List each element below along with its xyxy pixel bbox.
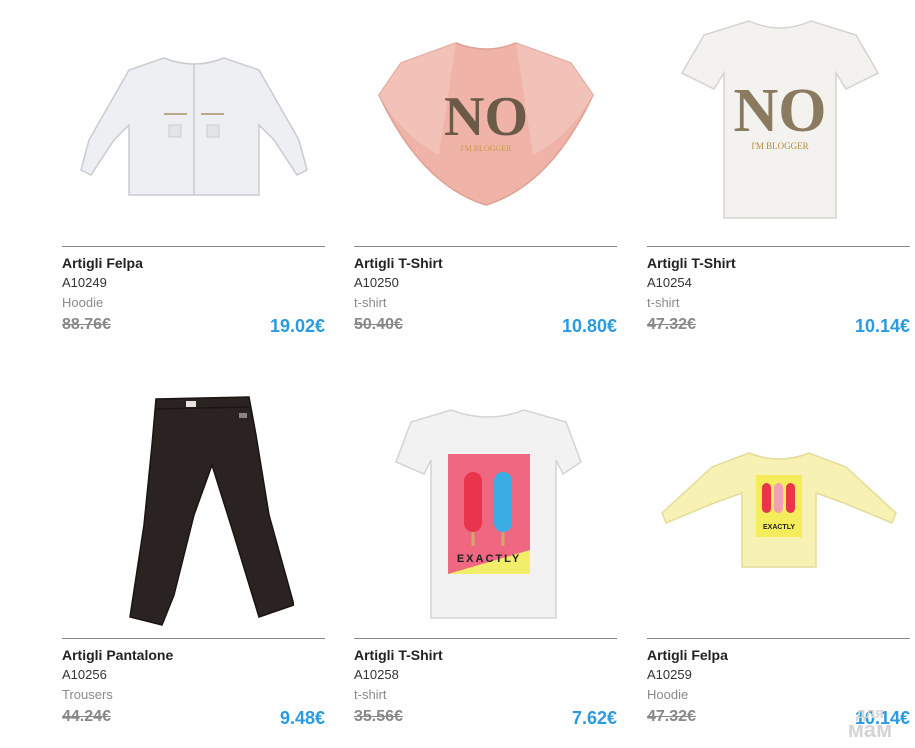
old-price: 35.56€ xyxy=(354,708,403,725)
print-text: NO xyxy=(733,77,826,145)
old-price: 88.76€ xyxy=(62,316,111,333)
sale-price: 10.14€ xyxy=(854,316,910,336)
print-text: NO xyxy=(444,86,528,148)
product-category: t-shirt xyxy=(647,295,680,310)
card-divider xyxy=(62,246,325,247)
product-image-yellow-sweatshirt[interactable]: EXACTLY xyxy=(647,392,910,632)
product-card[interactable]: Artigli Pantalone A10256 Trousers 44.24€… xyxy=(62,392,325,732)
card-divider xyxy=(62,638,325,639)
old-price: 44.24€ xyxy=(62,708,111,725)
card-divider xyxy=(647,638,910,639)
product-image-trousers[interactable] xyxy=(62,392,325,632)
print-text: EXACTLY xyxy=(456,553,520,565)
product-code: A10258 xyxy=(354,667,399,682)
product-image-pink-top[interactable]: NO I'M BLOGGER xyxy=(354,0,617,240)
old-price: 47.32€ xyxy=(647,316,696,333)
print-subtext: I'M BLOGGER xyxy=(460,144,512,153)
product-category: Hoodie xyxy=(62,295,104,310)
product-name[interactable]: Artigli T-Shirt xyxy=(354,647,443,663)
sale-price: 10.80€ xyxy=(561,316,617,336)
product-card[interactable]: EXACTLY Artigli T-Shirt A10258 t-shirt 3… xyxy=(354,392,617,732)
product-card[interactable]: NO I'M BLOGGER Artigli T-Shirt A10250 t-… xyxy=(354,0,617,340)
product-card[interactable]: NO I'M BLOGGER Artigli T-Shirt A10254 t-… xyxy=(647,0,910,340)
card-divider xyxy=(354,638,617,639)
product-name[interactable]: Artigli Felpa xyxy=(647,647,728,663)
product-image-white-tshirt[interactable]: NO I'M BLOGGER xyxy=(647,0,910,240)
watermark-line2: мам xyxy=(847,717,893,742)
product-category: t-shirt xyxy=(354,295,387,310)
sale-price: 7.62€ xyxy=(571,708,617,728)
product-code: A10259 xyxy=(647,667,692,682)
product-code: A10250 xyxy=(354,275,399,290)
sale-price: 19.02€ xyxy=(269,316,325,336)
old-price: 47.32€ xyxy=(647,708,696,725)
product-name[interactable]: Artigli T-Shirt xyxy=(354,255,443,271)
card-divider xyxy=(647,246,910,247)
product-card[interactable]: EXACTLY Artigli Felpa A10259 Hoodie 47.3… xyxy=(647,392,910,732)
product-code: A10256 xyxy=(62,667,107,682)
product-category: Hoodie xyxy=(647,687,689,702)
product-name[interactable]: Artigli Pantalone xyxy=(62,647,173,663)
old-price: 50.40€ xyxy=(354,316,403,333)
product-card[interactable]: Artigli Felpa A10249 Hoodie 88.76€ 19.02… xyxy=(62,0,325,340)
product-code: A10254 xyxy=(647,275,692,290)
product-image-jacket[interactable] xyxy=(62,0,325,240)
print-text: EXACTLY xyxy=(762,524,794,531)
card-divider xyxy=(354,246,617,247)
product-name[interactable]: Artigli T-Shirt xyxy=(647,255,736,271)
product-grid: Artigli Felpa A10249 Hoodie 88.76€ 19.02… xyxy=(0,0,915,748)
print-subtext: I'M BLOGGER xyxy=(751,141,808,151)
product-code: A10249 xyxy=(62,275,107,290)
product-category: t-shirt xyxy=(354,687,387,702)
product-category: Trousers xyxy=(62,687,113,702)
site-watermark: для мам xyxy=(835,706,905,742)
sale-price: 9.48€ xyxy=(279,708,325,728)
product-name[interactable]: Artigli Felpa xyxy=(62,255,143,271)
product-image-exactly-tshirt[interactable]: EXACTLY xyxy=(354,392,617,632)
